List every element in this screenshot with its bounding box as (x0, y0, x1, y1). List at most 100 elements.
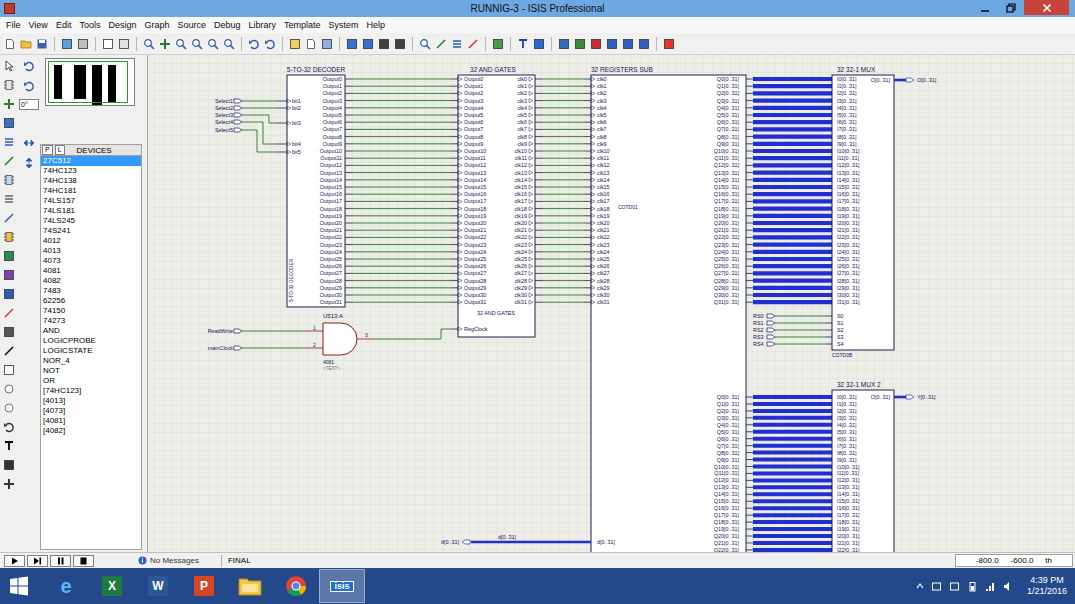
toolbar-button[interactable] (516, 36, 530, 52)
pin[interactable] (345, 295, 353, 296)
toolbar-button[interactable] (345, 36, 359, 52)
wire[interactable] (257, 152, 277, 153)
wire[interactable] (542, 280, 584, 281)
toolbar-button[interactable] (589, 36, 603, 52)
wire[interactable] (353, 194, 451, 195)
pin[interactable] (584, 295, 591, 296)
mux-block[interactable] (832, 75, 894, 350)
terminal[interactable] (234, 120, 242, 124)
pin[interactable] (746, 237, 753, 238)
device-item[interactable]: 7483 (41, 286, 141, 296)
pin[interactable] (746, 122, 753, 123)
wire[interactable] (775, 323, 825, 324)
toolbar-button[interactable] (662, 36, 676, 52)
pin[interactable] (746, 266, 753, 267)
wire[interactable] (441, 329, 442, 339)
wire[interactable] (353, 273, 451, 274)
bus[interactable] (753, 257, 832, 261)
pin[interactable] (746, 508, 753, 509)
pin[interactable] (535, 201, 542, 202)
pin[interactable] (345, 129, 353, 130)
pin[interactable] (451, 143, 458, 144)
wire[interactable] (353, 136, 451, 137)
pin[interactable] (746, 208, 753, 209)
mode-button[interactable] (2, 420, 16, 434)
pin[interactable] (345, 280, 353, 281)
pin[interactable] (584, 273, 591, 274)
pin[interactable] (746, 438, 753, 439)
wire[interactable] (542, 244, 584, 245)
pin[interactable] (584, 251, 591, 252)
pin[interactable] (535, 172, 542, 173)
pin[interactable] (746, 417, 753, 418)
taskbar-app[interactable]: W (135, 569, 181, 603)
chevron-up-icon[interactable] (916, 583, 924, 589)
toolbar-button[interactable] (76, 36, 90, 52)
taskbar-app[interactable]: e (43, 569, 89, 603)
wire[interactable] (775, 316, 825, 317)
bus[interactable] (753, 84, 832, 88)
wire[interactable] (775, 344, 825, 345)
bus[interactable] (753, 471, 832, 475)
bus[interactable] (753, 192, 832, 196)
mode-button[interactable] (2, 458, 16, 472)
pin[interactable] (746, 536, 753, 537)
toolbar-button[interactable] (393, 36, 407, 52)
pin[interactable] (746, 424, 753, 425)
pin[interactable] (746, 466, 753, 467)
pause-button[interactable] (50, 555, 71, 567)
minimize-button[interactable] (972, 0, 998, 15)
rotate-button[interactable] (22, 59, 36, 73)
pin[interactable] (345, 86, 353, 87)
terminal[interactable] (906, 395, 914, 399)
pin[interactable] (746, 452, 753, 453)
wire[interactable] (353, 280, 451, 281)
device-item[interactable]: 4012 (41, 236, 141, 246)
pin[interactable] (535, 230, 542, 231)
menu-item[interactable]: Template (280, 19, 325, 31)
menu-item[interactable]: System (325, 19, 363, 31)
pin[interactable] (345, 136, 353, 137)
device-item[interactable]: 4081 (41, 266, 141, 276)
pin[interactable] (345, 259, 353, 260)
pin[interactable] (746, 473, 753, 474)
device-item[interactable]: 62256 (41, 296, 141, 306)
pin[interactable] (451, 179, 458, 180)
pin[interactable] (746, 529, 753, 530)
pin[interactable] (535, 151, 542, 152)
pin[interactable] (451, 129, 458, 130)
wire[interactable] (269, 115, 270, 123)
pin[interactable] (345, 230, 353, 231)
pin[interactable] (746, 410, 753, 411)
pin[interactable] (345, 201, 353, 202)
toolbar-button[interactable] (206, 36, 220, 52)
taskbar-app[interactable]: P (181, 569, 227, 603)
mode-button[interactable] (2, 211, 16, 225)
pin[interactable] (584, 100, 591, 101)
volume-icon[interactable] (1003, 581, 1014, 592)
pin[interactable] (451, 79, 458, 80)
pin[interactable] (345, 237, 353, 238)
bus[interactable] (753, 520, 832, 524)
pin[interactable] (584, 107, 591, 108)
wire[interactable] (542, 179, 584, 180)
pin[interactable] (746, 215, 753, 216)
bus[interactable] (753, 499, 832, 503)
pin[interactable] (584, 223, 591, 224)
wire[interactable] (775, 337, 825, 338)
pin[interactable] (746, 194, 753, 195)
pin[interactable] (277, 101, 287, 102)
device-item[interactable]: 74150 (41, 306, 141, 316)
toolbar-button[interactable] (304, 36, 318, 52)
pin[interactable] (584, 215, 591, 216)
pin[interactable] (825, 323, 832, 324)
terminal[interactable] (234, 329, 242, 333)
wire[interactable] (542, 86, 584, 87)
device-item[interactable]: 4073 (41, 256, 141, 266)
wire[interactable] (353, 107, 451, 108)
pin[interactable] (451, 287, 458, 288)
pin[interactable] (746, 230, 753, 231)
pin[interactable] (584, 208, 591, 209)
pin[interactable] (345, 158, 353, 159)
mode-button[interactable] (2, 325, 16, 339)
